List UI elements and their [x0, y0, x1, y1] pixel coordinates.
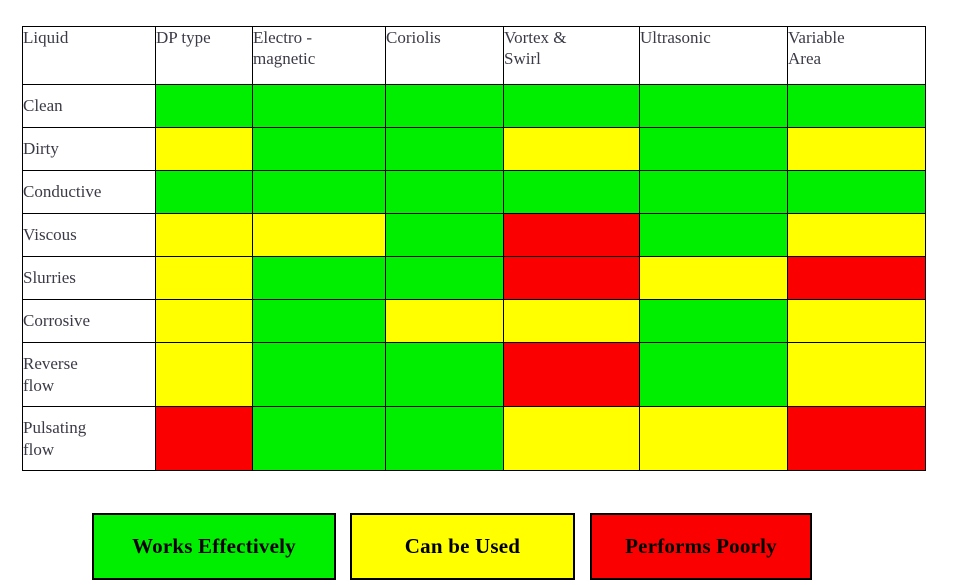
rating-cell-performs-poorly — [503, 213, 640, 257]
rating-cell-can-be-used — [639, 256, 788, 300]
rating-cell-works-effectively — [252, 299, 386, 343]
legend-can-be-used-label: Can be Used — [404, 534, 521, 558]
row-header-viscous: Viscous — [22, 213, 156, 257]
rating-cell-works-effectively — [155, 170, 253, 214]
rating-cell-can-be-used — [787, 213, 926, 257]
rating-cell-works-effectively — [639, 299, 788, 343]
table-row: Reverse flow — [22, 342, 926, 407]
rating-cell-works-effectively — [385, 406, 504, 471]
rating-cell-works-effectively — [639, 127, 788, 171]
rating-cell-can-be-used — [155, 342, 253, 407]
rating-cell-can-be-used — [155, 299, 253, 343]
rating-cell-works-effectively — [252, 170, 386, 214]
rating-cell-works-effectively — [385, 256, 504, 300]
rating-cell-performs-poorly — [787, 256, 926, 300]
rating-cell-works-effectively — [252, 342, 386, 407]
rating-cell-works-effectively — [503, 170, 640, 214]
row-header-conductive: Conductive — [22, 170, 156, 214]
rating-cell-can-be-used — [787, 299, 926, 343]
rating-cell-works-effectively — [503, 84, 640, 128]
row-header-reverse-flow: Reverse flow — [22, 342, 156, 407]
table-row: Pulsating flow — [22, 406, 926, 471]
row-header-dirty: Dirty — [22, 127, 156, 171]
rating-cell-works-effectively — [385, 127, 504, 171]
rating-cell-works-effectively — [639, 84, 788, 128]
rating-cell-works-effectively — [639, 170, 788, 214]
rating-cell-can-be-used — [503, 406, 640, 471]
flowmeter-selection-table: Liquid DP type Electro - magnetic Coriol… — [22, 26, 926, 471]
table-row: Slurries — [22, 256, 926, 300]
rating-cell-works-effectively — [385, 342, 504, 407]
column-header-ultrasonic: Ultrasonic — [639, 26, 788, 85]
row-header-pulsating-flow: Pulsating flow — [22, 406, 156, 471]
legend-can-be-used: Can be Used — [350, 513, 575, 580]
rating-cell-works-effectively — [252, 406, 386, 471]
column-header-coriolis: Coriolis — [385, 26, 504, 85]
rating-cell-can-be-used — [155, 256, 253, 300]
column-header-liquid: Liquid — [22, 26, 156, 85]
rating-cell-can-be-used — [385, 299, 504, 343]
rating-cell-can-be-used — [503, 299, 640, 343]
rating-cell-performs-poorly — [503, 342, 640, 407]
legend-performs-poorly: Performs Poorly — [590, 513, 812, 580]
rating-cell-works-effectively — [787, 84, 926, 128]
rating-cell-works-effectively — [252, 256, 386, 300]
column-header-variable-area: Variable Area — [787, 26, 926, 85]
rating-cell-can-be-used — [787, 342, 926, 407]
row-header-clean: Clean — [22, 84, 156, 128]
rating-cell-works-effectively — [787, 170, 926, 214]
table-row: Clean — [22, 84, 926, 128]
column-header-electro-magnetic: Electro - magnetic — [252, 26, 386, 85]
rating-cell-works-effectively — [385, 170, 504, 214]
rating-cell-works-effectively — [385, 84, 504, 128]
table-header-row: Liquid DP type Electro - magnetic Coriol… — [22, 26, 926, 85]
table-row: Conductive — [22, 170, 926, 214]
legend-works-effectively: Works Effectively — [92, 513, 336, 580]
rating-cell-performs-poorly — [503, 256, 640, 300]
rating-cell-can-be-used — [639, 406, 788, 471]
column-header-vortex-swirl: Vortex & Swirl — [503, 26, 640, 85]
rating-cell-works-effectively — [252, 127, 386, 171]
rating-cell-works-effectively — [639, 213, 788, 257]
table-body: Clean Dirty Conductive Viscous Slurries Corro… — [22, 84, 926, 471]
table-row: Corrosive — [22, 299, 926, 343]
rating-cell-works-effectively — [155, 84, 253, 128]
column-header-dp-type: DP type — [155, 26, 253, 85]
table-row: Dirty — [22, 127, 926, 171]
legend-performs-poorly-label: Performs Poorly — [625, 534, 777, 558]
legend-works-effectively-label: Works Effectively — [132, 534, 296, 558]
table-row: Viscous — [22, 213, 926, 257]
rating-cell-performs-poorly — [787, 406, 926, 471]
legend: Works Effectively Can be Used Performs P… — [92, 513, 812, 580]
rating-cell-can-be-used — [252, 213, 386, 257]
rating-cell-can-be-used — [155, 127, 253, 171]
rating-cell-can-be-used — [787, 127, 926, 171]
rating-cell-can-be-used — [503, 127, 640, 171]
rating-cell-works-effectively — [639, 342, 788, 407]
rating-cell-works-effectively — [252, 84, 386, 128]
rating-cell-works-effectively — [385, 213, 504, 257]
rating-cell-performs-poorly — [155, 406, 253, 471]
rating-cell-can-be-used — [155, 213, 253, 257]
row-header-slurries: Slurries — [22, 256, 156, 300]
row-header-corrosive: Corrosive — [22, 299, 156, 343]
